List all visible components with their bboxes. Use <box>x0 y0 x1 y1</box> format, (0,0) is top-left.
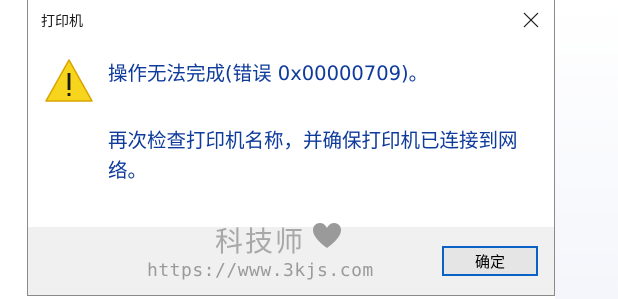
ok-button[interactable]: 确定 <box>442 246 538 276</box>
error-detail: 再次检查打印机名称，并确保打印机已连接到网络。 <box>108 129 518 182</box>
printer-error-dialog: 打印机 操作无法完成(错误 0x00000709)。 再次检查打印机名称，并确保… <box>27 0 555 296</box>
close-icon <box>523 12 539 28</box>
error-message: 操作无法完成(错误 0x00000709)。 <box>108 62 429 85</box>
background-right <box>555 0 618 299</box>
window-title: 打印机 <box>41 14 83 30</box>
dialog-content: 操作无法完成(错误 0x00000709)。 再次检查打印机名称，并确保打印机已… <box>28 40 554 227</box>
close-button[interactable] <box>508 0 554 40</box>
button-bar: 确定 <box>28 227 554 295</box>
warning-icon <box>45 59 93 102</box>
title-bar: 打印机 <box>28 0 554 40</box>
background-strip <box>0 0 27 299</box>
